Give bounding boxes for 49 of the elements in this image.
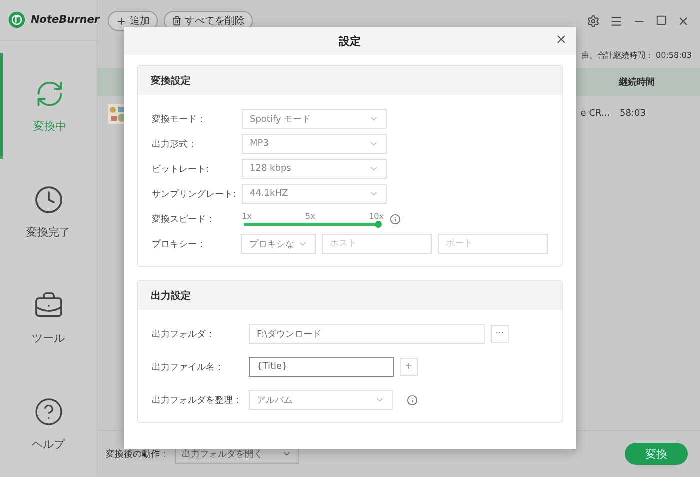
filename-field[interactable]: {Title} xyxy=(249,357,394,377)
sidebar-item[interactable]: ツール xyxy=(0,265,97,372)
field-label: 出力フォルダ： xyxy=(152,328,216,340)
browse-button[interactable]: ··· xyxy=(491,325,509,343)
sidebar-item[interactable]: 変換中 xyxy=(0,53,97,160)
sidebar-item[interactable]: 変換完了 xyxy=(0,159,97,266)
info-icon[interactable] xyxy=(390,214,401,224)
add-button[interactable]: + xyxy=(400,358,418,376)
dialog-title: 設定 xyxy=(339,34,361,48)
dropdown[interactable]: Spotify モード xyxy=(242,109,387,129)
app-name: NoteBurner xyxy=(31,14,100,26)
table-cell: e CR... xyxy=(580,109,610,119)
after-action-label: 変換後の動作： xyxy=(106,448,169,460)
field-label: 変換モード： xyxy=(152,114,207,126)
field-label: プロキシー： xyxy=(152,238,207,250)
dropdown[interactable]: アルバム xyxy=(249,390,393,410)
tick-label: 10x xyxy=(369,212,384,221)
column-header: 継続時間 xyxy=(619,76,655,88)
dropdown[interactable]: 44.1kHZ xyxy=(242,184,387,204)
tick-label: 5x xyxy=(306,212,316,221)
plus-icon xyxy=(116,16,127,26)
field-label: 出力ファイル名： xyxy=(152,362,225,374)
menu-icon[interactable] xyxy=(610,14,623,28)
logo-icon xyxy=(8,11,26,30)
convert-button[interactable]: 変換 xyxy=(625,443,688,465)
help-icon xyxy=(34,396,64,427)
trash-icon xyxy=(172,16,182,26)
summary-text: 曲、合計継続時間： 00:58:03 xyxy=(582,50,692,60)
field-label: 出力フォルダを整理： xyxy=(152,394,243,406)
table-cell-text: 58:03 xyxy=(620,109,647,119)
tick-label: 1x xyxy=(242,212,252,221)
section-title: 出力設定 xyxy=(151,289,191,302)
settings-icon[interactable] xyxy=(587,14,600,28)
info-icon[interactable] xyxy=(407,394,418,406)
folder-field[interactable]: F:\ダウンロード xyxy=(249,324,485,344)
slider-fill[interactable] xyxy=(244,223,379,226)
sidebar-item[interactable]: ヘルプ xyxy=(0,371,97,477)
field-label: 出力形式： xyxy=(152,138,198,150)
section-title: 変換設定 xyxy=(151,74,191,88)
clock-icon xyxy=(34,184,64,215)
dropdown[interactable]: MP3 xyxy=(242,134,387,154)
dropdown[interactable]: プロキシな xyxy=(241,234,316,254)
field-label: 変換スピード： xyxy=(152,214,216,226)
dropdown[interactable]: 128 kbps xyxy=(242,159,387,179)
close-icon[interactable] xyxy=(677,14,690,28)
field-label: サンプリングレート: xyxy=(152,188,236,200)
maximize-icon[interactable] xyxy=(656,14,667,26)
close-button[interactable] xyxy=(555,33,568,46)
field-label: ビットレート: xyxy=(152,164,210,176)
